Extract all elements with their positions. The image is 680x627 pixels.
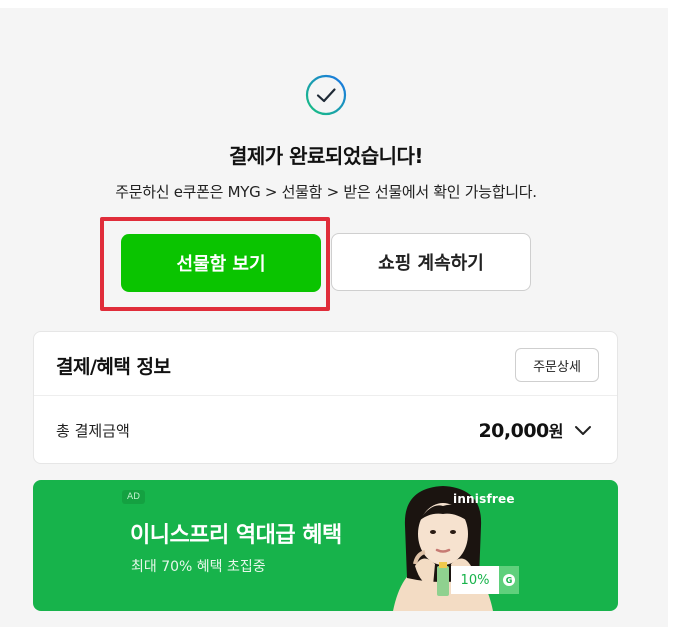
continue-shopping-button[interactable]: 쇼핑 계속하기: [331, 233, 531, 291]
ad-coin-letter: G: [503, 574, 515, 586]
completion-title: 결제가 완료되었습니다!: [228, 144, 424, 168]
total-amount-unit: 원: [548, 422, 564, 441]
ad-banner[interactable]: AD 이니스프리 역대급 혜택 최대 70% 혜택 초집중 innisfree …: [33, 480, 618, 611]
payment-info-title: 결제/혜택 정보: [56, 356, 171, 378]
total-amount-value: 20,000원: [478, 418, 563, 442]
completion-message: 주문하신 e쿠폰은 MYG > 선물함 > 받은 선물에서 확인 가능합니다.: [115, 183, 537, 201]
total-amount-number: 20,000: [478, 420, 549, 442]
ad-discount-badge: 10%: [451, 566, 499, 594]
card-divider: [34, 395, 617, 396]
ad-brand-logo: innisfree: [453, 492, 515, 506]
ad-title: 이니스프리 역대급 혜택: [130, 523, 342, 548]
ad-tag: AD: [122, 490, 146, 504]
ad-coin-icon: G: [499, 566, 519, 594]
payment-info-card: 결제/혜택 정보 주문상세 총 결제금액 20,000원: [33, 331, 618, 464]
ad-subtitle: 최대 70% 혜택 초집중: [131, 559, 266, 575]
order-detail-button[interactable]: 주문상세: [515, 348, 599, 382]
highlight-box: [100, 217, 330, 311]
total-amount-label: 총 결제금액: [56, 422, 130, 440]
check-circle-icon: [305, 74, 347, 116]
chevron-down-icon[interactable]: [573, 420, 593, 440]
